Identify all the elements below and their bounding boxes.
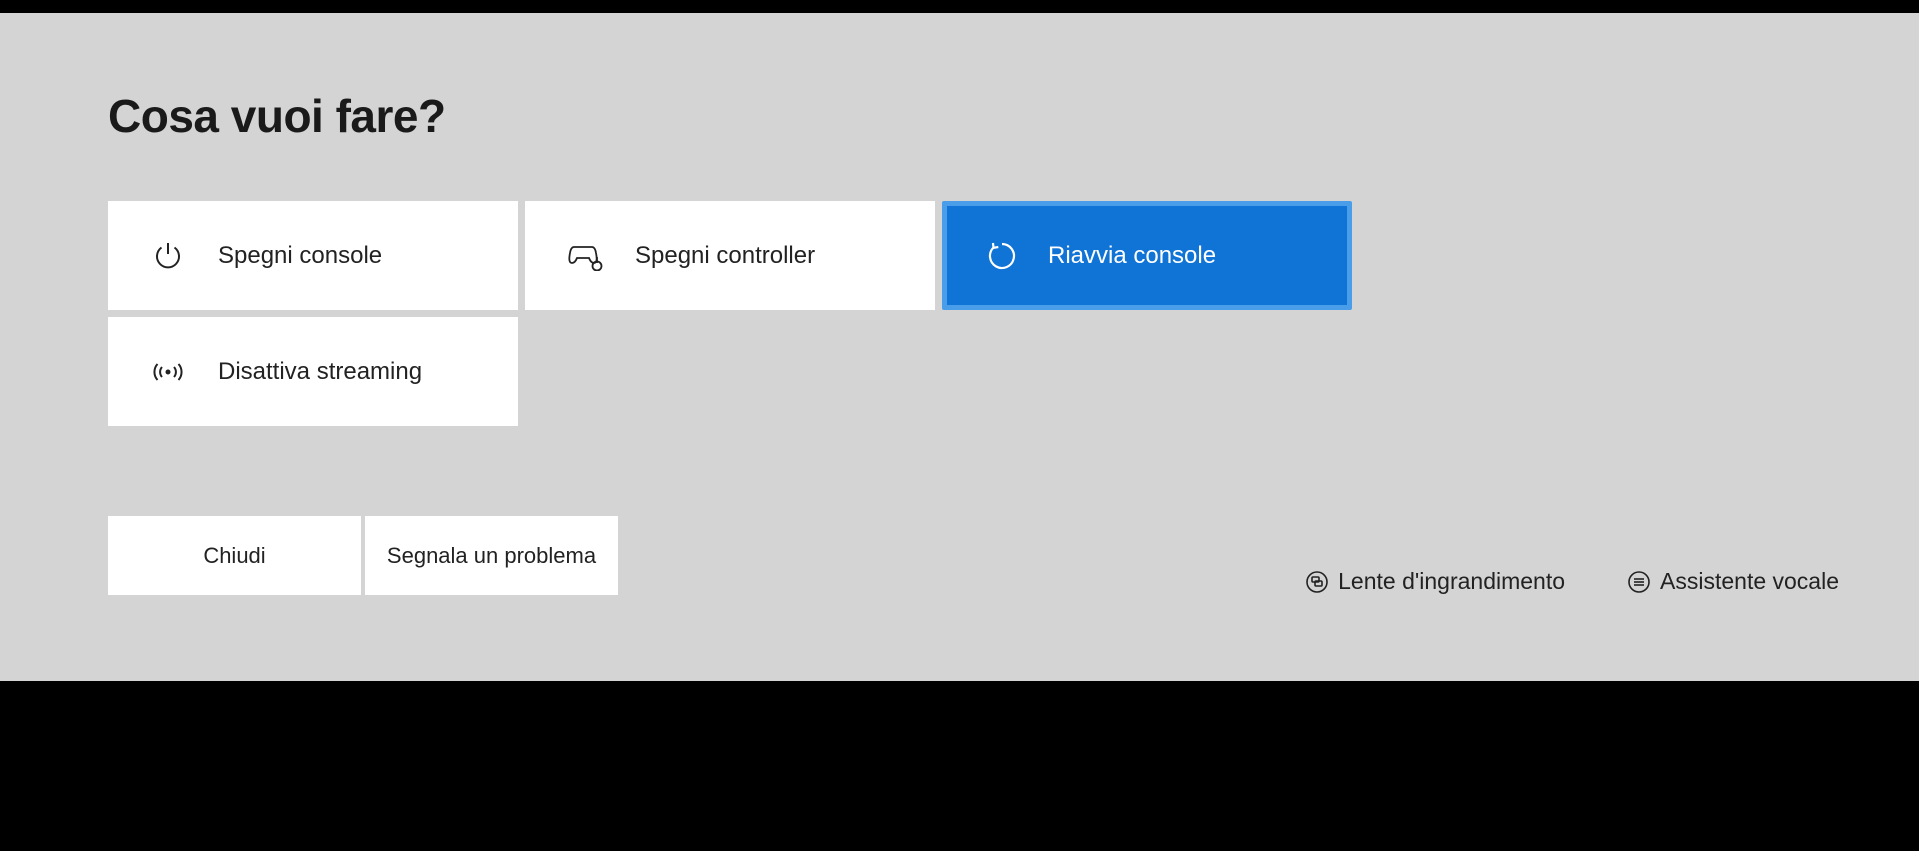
close-button[interactable]: Chiudi bbox=[108, 516, 361, 595]
top-bar bbox=[0, 0, 1919, 13]
bottom-bar bbox=[0, 681, 1919, 851]
action-label: Segnala un problema bbox=[387, 543, 596, 569]
tile-label: Spegni controller bbox=[635, 242, 815, 270]
power-menu-panel: Cosa vuoi fare? Spegni console Spegni c bbox=[0, 13, 1919, 681]
tile-label: Riavvia console bbox=[1048, 242, 1216, 270]
shortcut-label: Lente d'ingrandimento bbox=[1338, 568, 1565, 595]
action-label: Chiudi bbox=[203, 543, 265, 569]
shortcuts-bar: Lente d'ingrandimento Assistente vocale bbox=[1305, 568, 1839, 595]
tile-power-off-controller[interactable]: Spegni controller bbox=[525, 201, 935, 310]
tile-power-off-console[interactable]: Spegni console bbox=[108, 201, 518, 310]
tile-label: Spegni console bbox=[218, 242, 382, 270]
magnifier-shortcut[interactable]: Lente d'ingrandimento bbox=[1305, 568, 1565, 595]
page-title: Cosa vuoi fare? bbox=[108, 89, 1811, 143]
bottom-actions: Chiudi Segnala un problema bbox=[108, 516, 618, 595]
streaming-icon bbox=[146, 360, 190, 384]
restart-icon bbox=[980, 240, 1024, 272]
narrator-shortcut[interactable]: Assistente vocale bbox=[1627, 568, 1839, 595]
tile-restart-console[interactable]: Riavvia console bbox=[942, 201, 1352, 310]
view-button-icon bbox=[1305, 570, 1329, 594]
menu-button-icon bbox=[1627, 570, 1651, 594]
shortcut-label: Assistente vocale bbox=[1660, 568, 1839, 595]
power-icon bbox=[146, 241, 190, 271]
tile-disable-streaming[interactable]: Disattiva streaming bbox=[108, 317, 518, 426]
controller-power-icon bbox=[563, 241, 607, 271]
report-problem-button[interactable]: Segnala un problema bbox=[365, 516, 618, 595]
tiles-grid: Spegni console Spegni controller Riav bbox=[108, 201, 1811, 426]
tile-label: Disattiva streaming bbox=[218, 358, 422, 386]
